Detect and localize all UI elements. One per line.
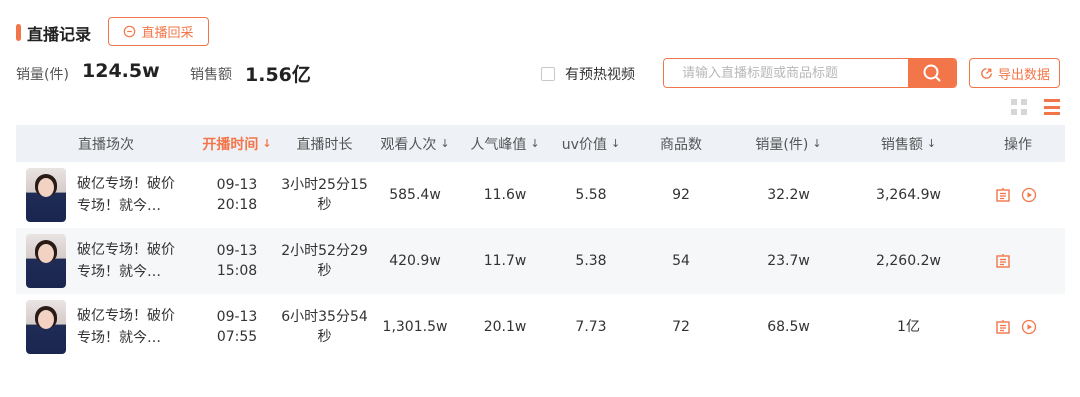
preheat-video-filter[interactable]: 有预热视频	[541, 64, 635, 84]
sales-cell: 23.7w	[767, 253, 810, 269]
live-session-cell[interactable]: 破亿专场！破价 专场！就今…	[16, 162, 196, 228]
revenue-value: 1.56亿	[245, 64, 311, 86]
sort-desc-icon: ↓	[926, 137, 937, 150]
uv-cell: 5.38	[575, 253, 607, 269]
detail-icon[interactable]	[995, 319, 1011, 335]
sales-cell: 32.2w	[767, 187, 810, 203]
column-header-duration: 直播时长	[296, 136, 353, 153]
column-header-actions: 操作	[1004, 136, 1032, 153]
peak-cell: 11.7w	[483, 253, 527, 269]
replay-icon	[124, 25, 136, 38]
sales-cell: 68.5w	[767, 319, 810, 335]
export-icon	[981, 67, 992, 79]
avatar	[26, 234, 66, 288]
table-row: 破亿专场！破价 专场！就今… 09-13 15:08 2小时52分29 秒 420.9…	[16, 228, 1065, 294]
column-header-peak[interactable]: 人气峰值 ↓	[459, 125, 551, 162]
play-icon[interactable]	[1021, 187, 1037, 203]
actions-cell	[971, 294, 1065, 360]
sales-label: 销量(件)	[16, 67, 69, 83]
grid-view-icon[interactable]	[1011, 99, 1027, 115]
uv-cell: 7.73	[575, 319, 607, 335]
sort-desc-icon: ↓	[440, 137, 450, 150]
preheat-checkbox[interactable]	[541, 67, 555, 81]
peak-cell: 20.1w	[483, 319, 527, 335]
products-cell: 54	[672, 253, 690, 269]
sales-value: 124.5w	[82, 60, 160, 82]
start-time-cell: 09-13 15:08	[216, 243, 258, 279]
title-accent-bar	[16, 24, 21, 41]
duration-cell: 6小时35分54 秒	[281, 309, 368, 345]
live-title[interactable]: 破亿专场！破价 专场！就今…	[77, 239, 179, 283]
export-data-button[interactable]: 导出数据	[969, 58, 1060, 88]
live-session-cell[interactable]: 破亿专场！破价 专场！就今…	[16, 294, 196, 360]
list-view-icon[interactable]	[1044, 99, 1060, 115]
search-button[interactable]	[908, 59, 956, 87]
column-header-views[interactable]: 观看人次 ↓	[371, 125, 459, 162]
actions-cell	[971, 162, 1065, 228]
start-time-cell: 09-13 07:55	[216, 309, 258, 345]
detail-icon[interactable]	[995, 187, 1011, 203]
search-input[interactable]	[664, 59, 908, 87]
peak-cell: 11.6w	[483, 187, 527, 203]
column-header-revenue[interactable]: 销售额 ↓	[846, 125, 971, 162]
uv-cell: 5.58	[575, 187, 607, 203]
column-header-sales[interactable]: 销量(件) ↓	[731, 125, 846, 162]
views-cell: 420.9w	[389, 253, 441, 269]
products-cell: 92	[672, 187, 690, 203]
live-title[interactable]: 破亿专场！破价 专场！就今…	[77, 305, 179, 349]
products-cell: 72	[672, 319, 690, 335]
column-header-live-session: 直播场次	[78, 136, 134, 153]
sort-desc-icon: ↓	[610, 137, 621, 150]
sort-desc-icon: ↓	[812, 137, 822, 150]
search-box	[663, 58, 957, 88]
revenue-cell: 2,260.2w	[876, 253, 941, 269]
live-title[interactable]: 破亿专场！破价 专场！就今…	[77, 173, 179, 217]
live-session-cell[interactable]: 破亿专场！破价 专场！就今…	[16, 228, 196, 294]
avatar	[26, 300, 66, 354]
views-cell: 1,301.5w	[382, 319, 448, 335]
revenue-label: 销售额	[190, 67, 232, 83]
revenue-cell: 3,264.9w	[876, 187, 941, 203]
views-cell: 585.4w	[389, 187, 441, 203]
play-icon[interactable]	[1021, 319, 1037, 335]
sort-desc-icon: ↓	[262, 137, 272, 150]
avatar	[26, 168, 66, 222]
export-data-label: 导出数据	[997, 67, 1050, 83]
revenue-cell: 1亿	[897, 319, 920, 335]
actions-cell	[971, 228, 1065, 294]
column-header-start-time[interactable]: 开播时间 ↓	[196, 125, 278, 162]
column-header-uv[interactable]: uv价值 ↓	[551, 125, 631, 162]
duration-cell: 2小时52分29 秒	[281, 243, 368, 279]
sort-desc-icon: ↓	[530, 137, 540, 150]
table-header: 直播场次 开播时间 ↓ 直播时长 观看人次 ↓ 人气峰值 ↓ uv价值 ↓ 商品数 销量…	[16, 125, 1065, 162]
search-icon	[923, 64, 941, 82]
live-replay-button[interactable]: 直播回采	[108, 17, 209, 46]
duration-cell: 3小时25分15 秒	[281, 177, 368, 213]
detail-icon[interactable]	[995, 253, 1011, 269]
preheat-label: 有预热视频	[565, 67, 635, 83]
page-title: 直播记录	[27, 25, 92, 44]
column-header-products: 商品数	[660, 136, 702, 153]
live-records-table: 直播场次 开播时间 ↓ 直播时长 观看人次 ↓ 人气峰值 ↓ uv价值 ↓ 商品数 销量…	[16, 125, 1065, 360]
table-row: 破亿专场！破价 专场！就今… 09-13 07:55 6小时35分54 秒 1,301…	[16, 294, 1065, 360]
table-row: 破亿专场！破价 专场！就今… 09-13 20:18 3小时25分15 秒 585.4…	[16, 162, 1065, 228]
live-replay-label: 直播回采	[141, 26, 194, 41]
start-time-cell: 09-13 20:18	[216, 177, 258, 213]
